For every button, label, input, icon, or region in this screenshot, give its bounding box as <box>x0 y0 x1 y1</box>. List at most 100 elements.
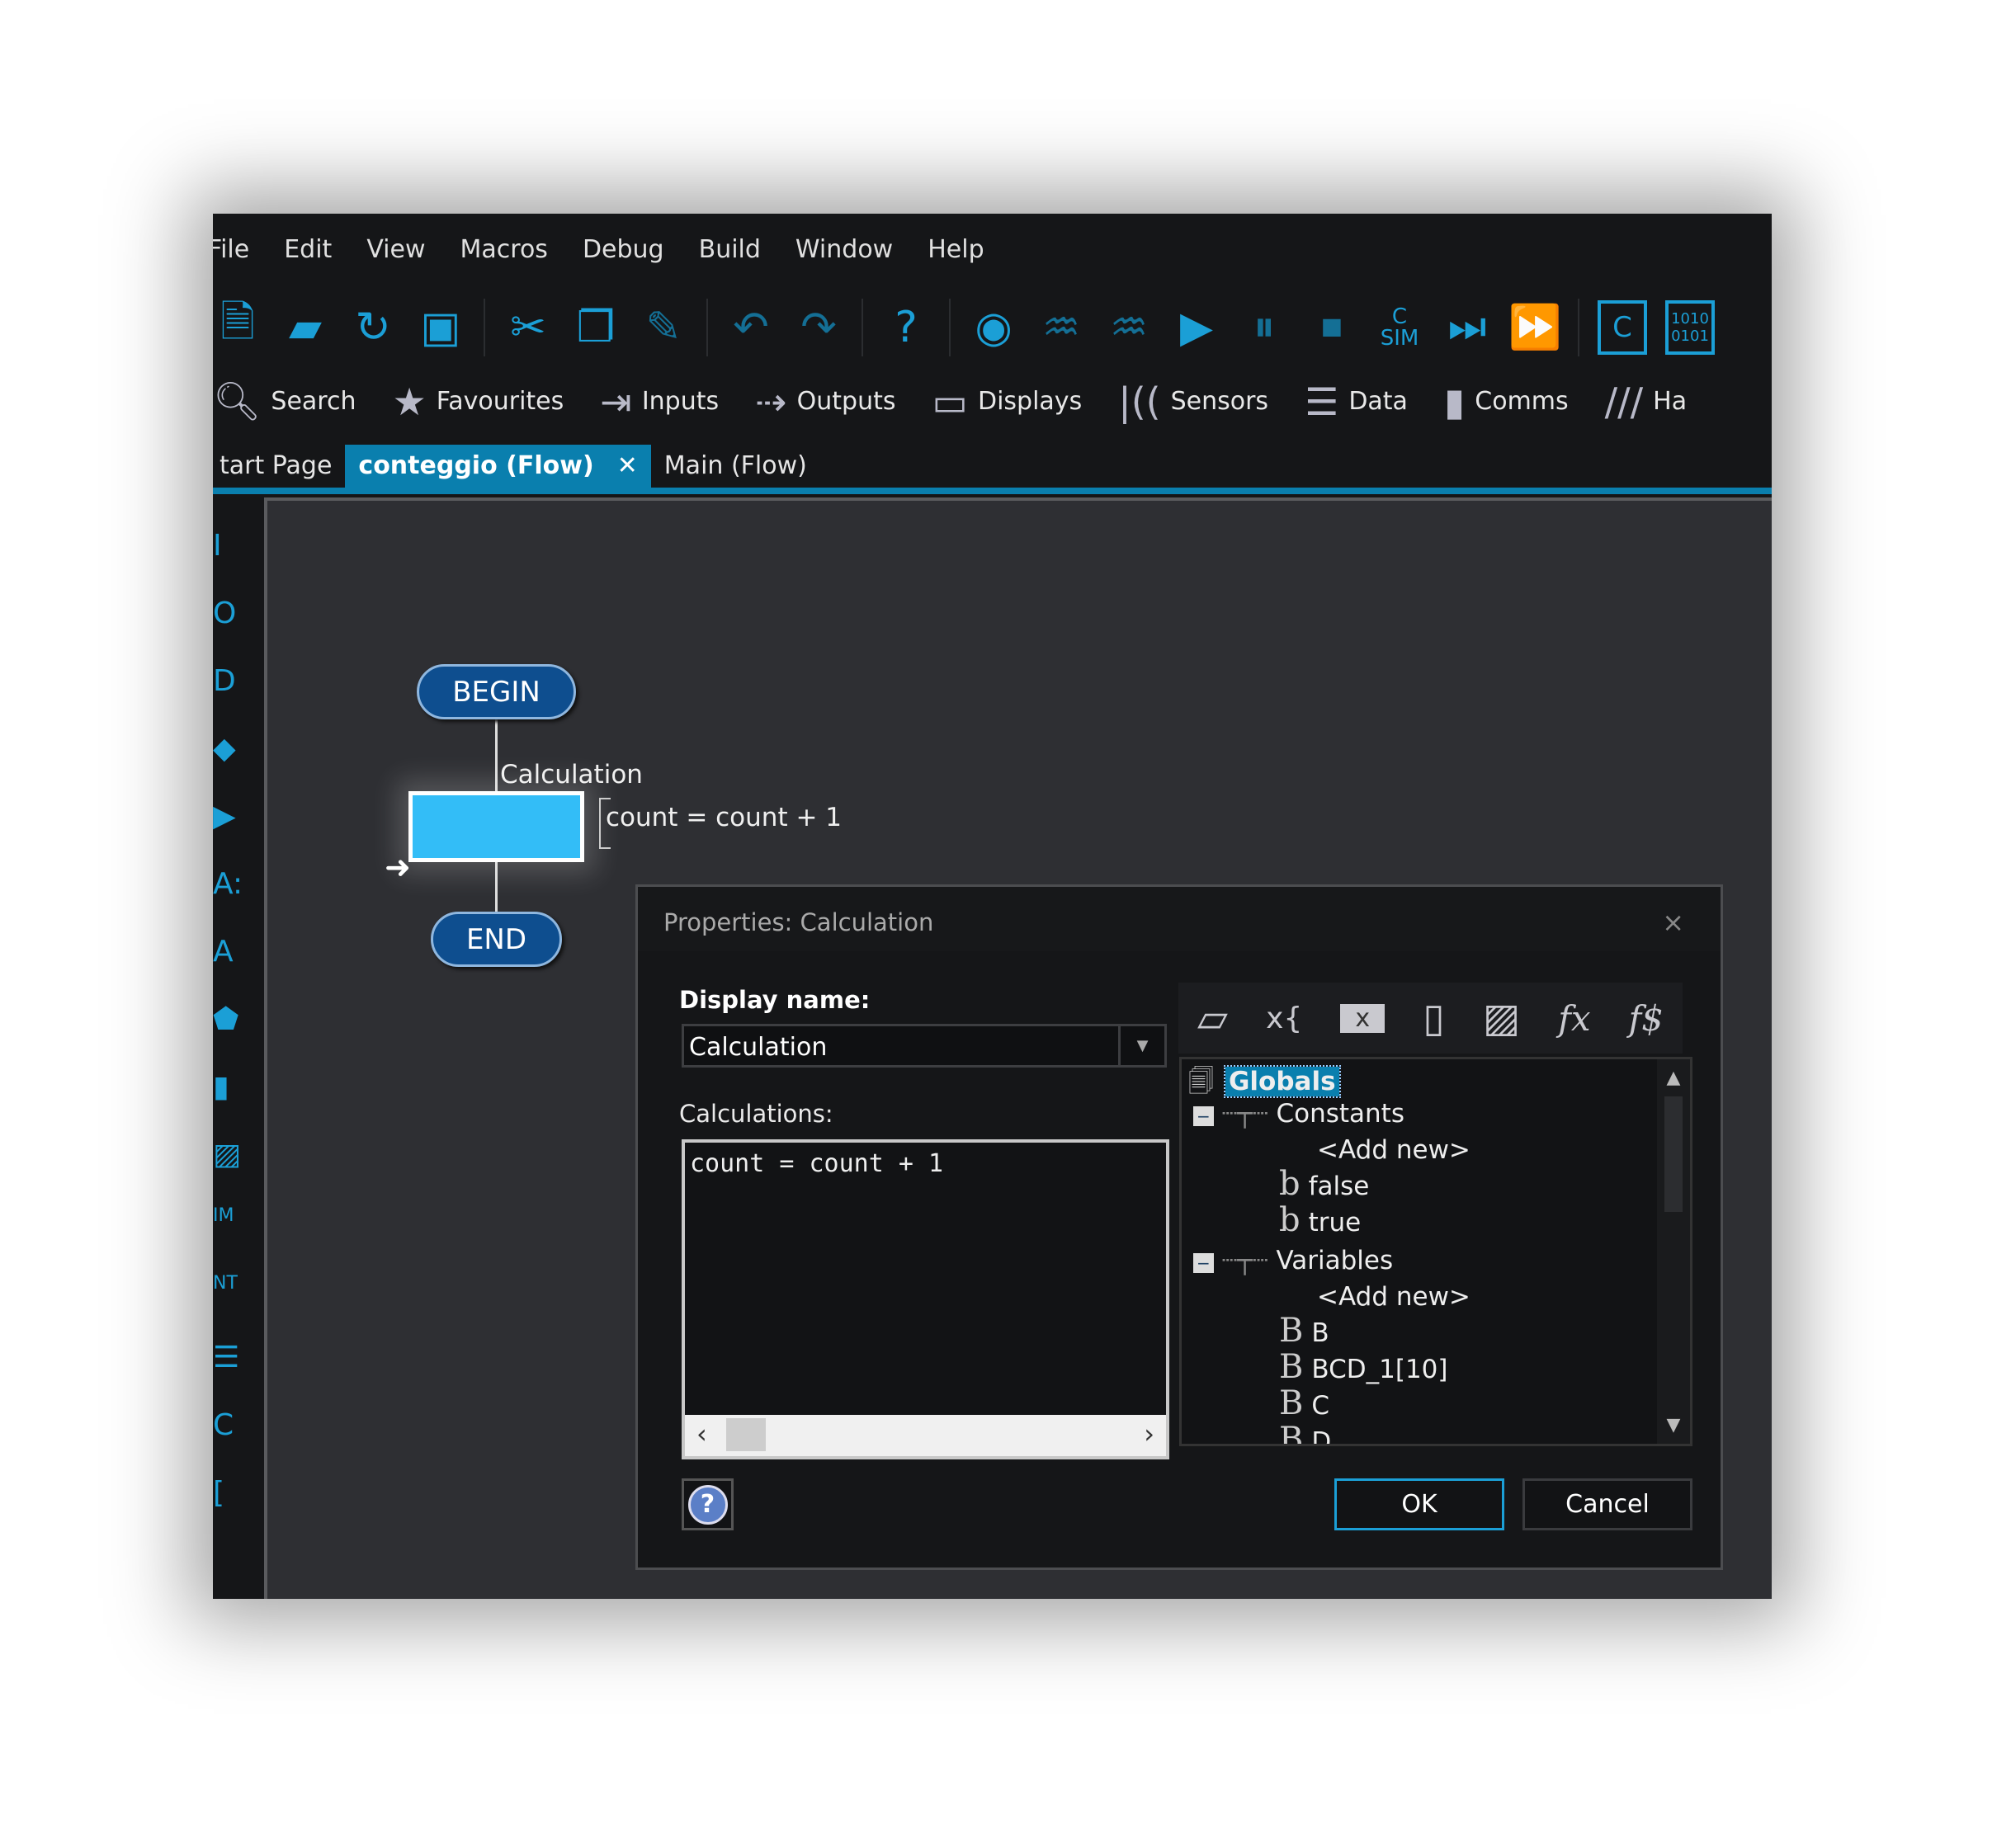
tree-item[interactable]: BD <box>1279 1421 1331 1444</box>
help-icon[interactable]: ? <box>881 300 931 355</box>
chevron-down-icon[interactable]: ▼ <box>1118 1026 1164 1065</box>
collapse-icon[interactable]: − <box>1193 1253 1214 1273</box>
tree-item[interactable]: B BCD_1[10] <box>1279 1348 1448 1386</box>
horizontal-scrollbar[interactable]: ‹ › <box>685 1415 1166 1456</box>
begin-node[interactable]: BEGIN <box>417 664 576 719</box>
category-favourites[interactable]: ★ Favourites <box>392 380 564 424</box>
scroll-up-icon[interactable]: ▲ <box>1657 1068 1690 1088</box>
component-macro-icon[interactable]: ▨ <box>213 1138 246 1174</box>
scroll-right-icon[interactable]: › <box>1144 1418 1154 1450</box>
new-file-icon[interactable]: 🗎 <box>213 298 262 355</box>
c-code-icon[interactable]: C <box>1598 299 1647 355</box>
menu-view[interactable]: View <box>366 235 425 264</box>
fast-forward-icon[interactable]: ⏩ <box>1508 300 1562 355</box>
function-icon[interactable]: fx <box>1558 998 1590 1039</box>
refresh-icon[interactable]: ↻ <box>348 300 398 355</box>
menu-window[interactable]: Window <box>795 235 893 264</box>
close-icon[interactable]: ✕ <box>617 451 638 481</box>
cancel-button[interactable]: Cancel <box>1522 1478 1692 1530</box>
tree-node-variables[interactable]: − ┈┬┈ Variables <box>1193 1246 1393 1275</box>
menu-macros[interactable]: Macros <box>460 235 548 264</box>
menu-help[interactable]: Help <box>928 235 984 264</box>
scroll-left-icon[interactable]: ‹ <box>696 1418 707 1450</box>
paste-icon[interactable]: ✎ <box>639 300 688 355</box>
menu-debug[interactable]: Debug <box>583 235 664 264</box>
tree-item[interactable]: <Add new> <box>1317 1135 1470 1165</box>
scroll-thumb[interactable] <box>1664 1096 1683 1212</box>
variables-tree[interactable]: 🗐 Globals − ┈┬┈ Constants <Add new> b fals… <box>1179 1057 1692 1446</box>
collapse-icon[interactable]: − <box>1193 1106 1214 1126</box>
calculations-textarea[interactable]: count = count + 1 ‹ › <box>682 1139 1169 1459</box>
redo-icon[interactable]: ↷ <box>794 300 843 355</box>
c-sim-icon[interactable]: C SIM <box>1375 300 1424 355</box>
ghost-off-icon[interactable]: ♒ <box>1104 300 1154 355</box>
variable-list-icon[interactable]: x{ <box>1266 1002 1302 1035</box>
tree-item[interactable]: BB <box>1279 1312 1329 1350</box>
copy-icon[interactable]: ❐ <box>571 300 621 355</box>
category-displays[interactable]: ▭ Displays <box>932 380 1083 424</box>
tree-node-constants[interactable]: − ┈┬┈ Constants <box>1193 1099 1404 1129</box>
category-data[interactable]: ☰ Data <box>1305 380 1408 424</box>
save-icon[interactable]: ▣ <box>416 300 465 355</box>
delay-icon[interactable]: D <box>213 664 246 700</box>
binary-icon[interactable]: 1010 0101 <box>1665 299 1715 355</box>
category-sensors[interactable]: |((Sensors <box>1118 380 1268 424</box>
decision-icon[interactable]: ◆ <box>213 732 246 768</box>
calculation-node[interactable] <box>408 791 584 862</box>
stop-icon[interactable]: ⏹ <box>1307 300 1357 355</box>
scroll-down-icon[interactable]: ▼ <box>1657 1415 1690 1436</box>
close-icon[interactable]: × <box>1662 907 1684 938</box>
scroll-thumb[interactable] <box>726 1418 766 1451</box>
tree-item-label: BCD_1[10] <box>1311 1355 1448 1384</box>
calculations-label: Calculations: <box>679 1100 833 1128</box>
calculation-icon[interactable]: IM <box>213 1205 246 1242</box>
variable-box-icon[interactable]: x <box>1340 1003 1386 1033</box>
cut-icon[interactable]: ✂ <box>503 300 553 355</box>
goto-icon[interactable]: A <box>213 935 246 971</box>
watch-icon[interactable]: ◉ <box>969 300 1018 355</box>
tree-item[interactable]: b false <box>1279 1165 1369 1203</box>
bracket-icon[interactable]: [ <box>213 1476 246 1512</box>
macro-box-icon[interactable]: ▯ <box>1423 995 1444 1041</box>
undo-icon[interactable]: ↶ <box>726 300 776 355</box>
tree-item[interactable]: b true <box>1279 1201 1361 1239</box>
display-name-field[interactable]: Calculation ▼ <box>682 1024 1167 1068</box>
step-icon[interactable]: ⏭ <box>1442 300 1492 355</box>
category-label: Favourites <box>436 387 564 416</box>
tree-item[interactable]: BC <box>1279 1384 1329 1422</box>
loop-icon[interactable]: ⬟ <box>213 1002 246 1039</box>
output-icon[interactable]: O <box>213 596 246 633</box>
end-node[interactable]: END <box>431 912 562 967</box>
menu-build[interactable]: Build <box>699 235 761 264</box>
category-inputs[interactable]: ⇥ Inputs <box>600 380 719 424</box>
tab-main[interactable]: Main (Flow) <box>651 445 820 488</box>
connection-point-icon[interactable]: A: <box>213 867 246 903</box>
menu-edit[interactable]: Edit <box>284 235 332 264</box>
play-icon[interactable]: ▶ <box>1172 300 1221 355</box>
switch-icon[interactable]: ▶ <box>213 799 246 836</box>
vertical-scrollbar[interactable]: ▲ ▼ <box>1657 1059 1690 1444</box>
input-icon[interactable]: I <box>213 529 246 565</box>
c-code-block-icon[interactable]: C <box>213 1408 246 1445</box>
help-button[interactable]: ? <box>682 1478 734 1530</box>
component-categories: 🔍︎ Search ★ Favourites ⇥ Inputs ⇢ Outputs ▭ D… <box>213 370 1723 432</box>
io-icon[interactable]: ▱ <box>1197 995 1228 1041</box>
ok-button[interactable]: OK <box>1334 1478 1504 1530</box>
macro-icon[interactable]: ▮ <box>213 1070 246 1106</box>
tab-conteggio[interactable]: conteggio (Flow) ✕ <box>345 445 651 488</box>
tab-start-page[interactable]: tart Page <box>213 445 345 488</box>
category-outputs[interactable]: ⇢ Outputs <box>755 380 895 424</box>
category-comms[interactable]: ▮ Comms <box>1444 380 1569 424</box>
component-macro-box-icon[interactable]: ▨ <box>1483 995 1520 1041</box>
string-function-icon[interactable]: f$ <box>1629 998 1664 1039</box>
menu-file[interactable]: File <box>213 235 249 264</box>
tree-item[interactable]: <Add new> <box>1317 1282 1470 1312</box>
pause-icon[interactable]: ⏸ <box>1239 300 1289 355</box>
comment-icon[interactable]: ☰ <box>213 1341 246 1377</box>
ghost-icon[interactable]: ♒ <box>1036 300 1086 355</box>
calculation-code-annotation: count = count + 1 <box>606 803 843 832</box>
interrupt-icon[interactable]: NT <box>213 1273 246 1309</box>
open-folder-icon[interactable]: ▰ <box>281 300 330 355</box>
category-hardware[interactable]: /// Ha <box>1605 380 1687 424</box>
category-search[interactable]: 🔍︎ Search <box>213 379 356 424</box>
